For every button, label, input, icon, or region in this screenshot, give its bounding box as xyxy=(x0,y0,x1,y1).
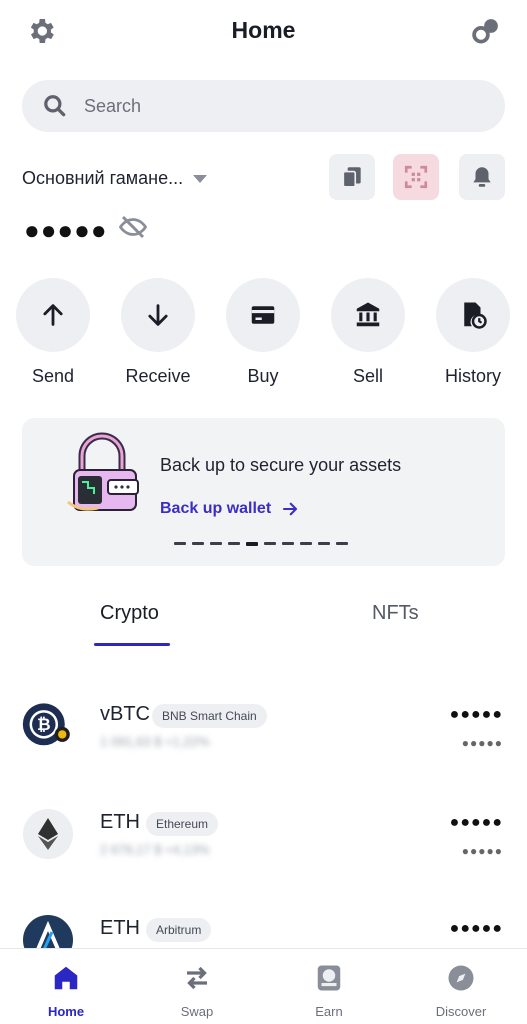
carousel-dash[interactable] xyxy=(174,542,186,545)
asset-symbol: vBTC xyxy=(100,703,150,725)
asset-price: 2 679,17 $ +4,13% xyxy=(100,842,210,857)
nav-home-label: Home xyxy=(47,1004,85,1019)
carousel-dash[interactable] xyxy=(192,542,204,545)
nav-swap-label: Swap xyxy=(180,1004,214,1019)
search-bar[interactable] xyxy=(22,80,505,132)
arrow-up-icon xyxy=(43,304,63,326)
vbtc-logo-icon: ₿ xyxy=(22,703,70,746)
notifications-button[interactable] xyxy=(459,154,505,200)
asset-value: ●●●●● xyxy=(461,844,503,858)
carousel-dash[interactable] xyxy=(300,542,312,545)
carousel-dash[interactable] xyxy=(336,542,348,545)
copy-address-button[interactable] xyxy=(329,154,375,200)
search-input[interactable] xyxy=(84,95,444,117)
svg-text:₿: ₿ xyxy=(37,715,51,734)
walletconnect-button[interactable] xyxy=(469,14,503,48)
home-icon xyxy=(54,966,78,990)
receive-circle xyxy=(121,278,195,352)
card-icon xyxy=(251,306,275,324)
ethereum-logo-icon xyxy=(23,809,73,859)
receive-label: Receive xyxy=(125,366,191,386)
hide-balance-toggle[interactable] xyxy=(116,212,150,247)
asset-balance: ●●●●● xyxy=(449,706,503,723)
bell-icon xyxy=(473,167,491,187)
walletconnect-icon xyxy=(472,19,498,44)
balance: ●●●●● xyxy=(24,212,150,247)
history-label: History xyxy=(444,366,501,386)
asset-row-eth[interactable]: ETH Ethereum 2 679,17 $ +4,13% ●●●●● ●●●… xyxy=(0,808,527,878)
carousel-dash[interactable] xyxy=(210,542,222,545)
search-icon xyxy=(44,95,66,117)
header: Home xyxy=(0,0,527,64)
asset-value: ●●●●● xyxy=(461,736,503,750)
sell-label: Sell xyxy=(352,366,383,386)
receive-button[interactable]: Receive xyxy=(113,278,203,387)
history-icon xyxy=(464,302,487,329)
backup-banner[interactable]: Back up to secure your assets Back up wa… xyxy=(22,418,505,566)
history-circle xyxy=(436,278,510,352)
tab-indicator xyxy=(94,643,170,646)
chain-badge: Arbitrum xyxy=(146,918,212,942)
quick-actions: Send Receive Buy Sell History xyxy=(0,278,527,398)
asset-balance: ●●●●● xyxy=(449,920,503,937)
wallet-name: Основний гамане... xyxy=(22,168,184,188)
sell-circle xyxy=(331,278,405,352)
copy-icon xyxy=(342,167,361,188)
bank-icon xyxy=(356,302,380,327)
asset-row-vbtc[interactable]: ₿ vBTC BNB Smart Chain 1 091,63 $ +1,22%… xyxy=(0,700,527,770)
carousel-dash[interactable] xyxy=(318,542,330,545)
asset-symbol: ETH xyxy=(100,811,140,833)
balance-value: ●●●●● xyxy=(24,214,108,245)
chevron-down-icon xyxy=(193,174,208,183)
page-title: Home xyxy=(231,17,296,43)
carousel-dash[interactable] xyxy=(282,542,294,545)
asset-price: 1 091,63 $ +1,22% xyxy=(100,734,210,749)
asset-symbol: ETH xyxy=(100,917,140,939)
earn-icon xyxy=(317,965,341,991)
chain-badge: Ethereum xyxy=(146,812,219,836)
buy-circle xyxy=(226,278,300,352)
carousel-dash[interactable] xyxy=(246,542,258,546)
send-button[interactable]: Send xyxy=(8,278,98,387)
lock-illustration-icon xyxy=(67,432,139,511)
swap-icon xyxy=(187,966,207,990)
sell-button[interactable]: Sell xyxy=(323,278,413,387)
nav-swap[interactable]: Swap xyxy=(147,963,247,1019)
carousel-indicator xyxy=(174,542,354,546)
wallet-selector[interactable]: Основний гамане... xyxy=(22,168,208,189)
chain-badge: BNB Smart Chain xyxy=(152,704,267,728)
tab-crypto[interactable]: Crypto xyxy=(100,602,159,625)
arrow-down-icon xyxy=(148,304,168,326)
asset-balance: ●●●●● xyxy=(449,814,503,831)
nav-discover-label: Discover xyxy=(435,1004,487,1019)
wallet-row: Основний гамане... xyxy=(22,154,505,202)
carousel-dash[interactable] xyxy=(264,542,276,545)
backup-title: Back up to secure your assets xyxy=(160,455,402,475)
history-button[interactable]: History xyxy=(428,278,518,387)
send-circle xyxy=(16,278,90,352)
compass-icon xyxy=(448,965,474,991)
scan-button[interactable] xyxy=(393,154,439,200)
backup-wallet-link[interactable]: Back up wallet xyxy=(160,500,299,518)
carousel-dash[interactable] xyxy=(228,542,240,545)
eye-slash-icon xyxy=(118,215,147,239)
arrow-right-icon xyxy=(283,502,298,516)
send-label: Send xyxy=(31,366,75,386)
nav-home[interactable]: Home xyxy=(16,963,116,1019)
nav-earn[interactable]: Earn xyxy=(279,963,379,1019)
tab-nfts[interactable]: NFTs xyxy=(372,602,419,625)
scan-icon xyxy=(404,165,428,189)
asset-tabs: Crypto NFTs xyxy=(0,598,527,648)
buy-label: Buy xyxy=(247,366,279,386)
buy-button[interactable]: Buy xyxy=(218,278,308,387)
backup-link-label: Back up wallet xyxy=(160,500,272,517)
bottom-nav: Home Swap Earn Discover xyxy=(0,948,527,1024)
nav-discover[interactable]: Discover xyxy=(411,963,511,1019)
nav-earn-label: Earn xyxy=(315,1004,343,1019)
